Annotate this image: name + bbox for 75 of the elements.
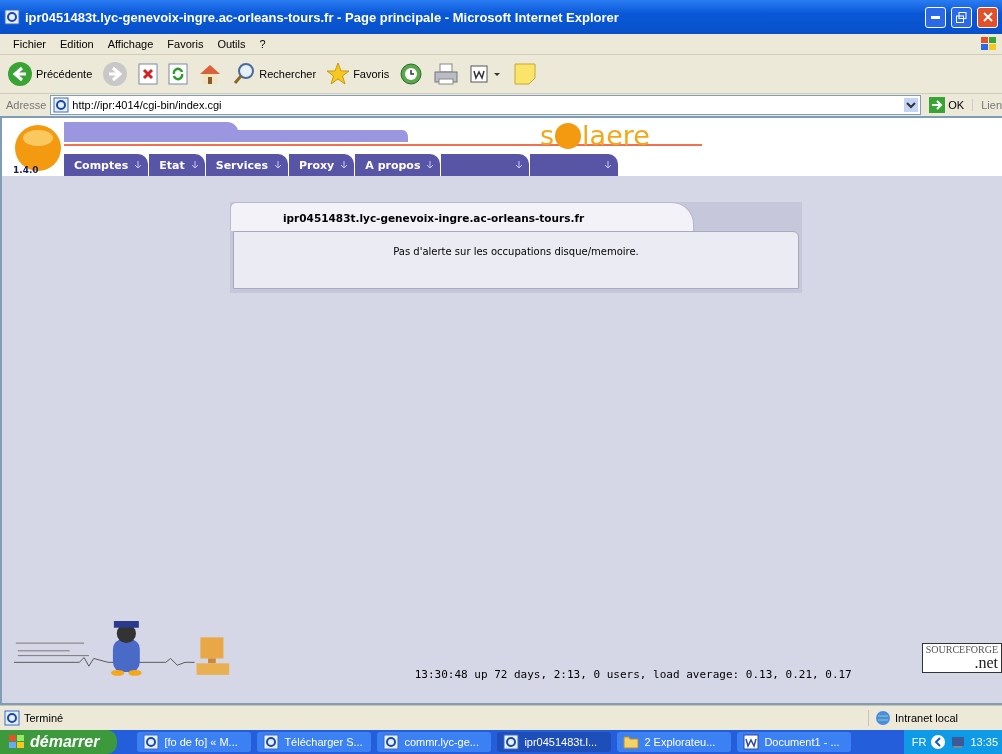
status-text: Terminé	[24, 712, 64, 724]
close-button[interactable]	[977, 6, 998, 28]
close-icon	[982, 12, 993, 22]
address-label: Adresse	[6, 99, 47, 111]
sourceforge-badge[interactable]: SOURCEFORGE .net	[921, 643, 1002, 673]
folder-icon	[623, 735, 640, 749]
arrow-icon	[134, 161, 143, 169]
windows-flag-icon	[980, 36, 998, 52]
star-icon	[326, 62, 351, 86]
arrow-icon	[340, 161, 349, 169]
menu-item[interactable]: ?	[252, 38, 273, 50]
nav-tab[interactable]: Proxy	[289, 154, 355, 176]
card-title: ipr0451483t.lyc-genevoix-ingre.ac-orleans-tours.fr	[230, 202, 694, 231]
nav-tab[interactable]: Services	[205, 154, 288, 176]
taskbar-button[interactable]: commr.lyc-ge...	[377, 732, 492, 752]
forward-icon	[102, 61, 129, 87]
windows-flag-icon	[8, 734, 26, 750]
browser-icon	[383, 734, 400, 750]
search-button[interactable]: Rechercher	[229, 60, 320, 88]
window-title: ipr0451483t.lyc-genevoix-ingre.ac-orleans-tours.fr - Page principale - Microsoft Internet Explorer	[25, 9, 620, 25]
uptime-text: 13:30:48 up 72 days, 2:13, 0 users, load average: 0.13, 0.21, 0.17	[414, 668, 852, 681]
browser-icon	[263, 734, 280, 750]
back-icon	[7, 61, 33, 87]
restore-icon	[956, 11, 967, 23]
menu-item[interactable]: Edition	[53, 38, 101, 50]
printer-icon	[433, 62, 460, 86]
history-icon	[399, 62, 424, 86]
clock: 13:35	[970, 736, 998, 748]
globe-icon	[875, 710, 891, 726]
nav-tab[interactable]: Comptes	[64, 154, 149, 176]
maximize-button[interactable]	[951, 6, 972, 28]
nav-tab[interactable]: Etat	[149, 154, 205, 176]
taskbar-button[interactable]: Document1 - ...	[737, 732, 852, 752]
browser-icon	[53, 97, 70, 113]
browser-icon	[143, 734, 160, 750]
taskbar-button[interactable]: Télécharger S...	[257, 732, 372, 752]
alert-message: Pas d'alerte sur les occupations disque/memoire.	[393, 245, 639, 257]
solaere-logo: s laere	[540, 120, 650, 151]
taskbar-button[interactable]: ipr0451483t.l...	[497, 732, 612, 752]
chevron-icon[interactable]	[930, 734, 947, 750]
arrow-icon	[929, 97, 946, 113]
arrow-icon	[515, 161, 524, 169]
nav-tab[interactable]	[441, 154, 530, 176]
menu-item[interactable]: Affichage	[100, 38, 161, 50]
minimize-button[interactable]	[925, 6, 946, 28]
browser-icon	[503, 734, 520, 750]
go-button[interactable]: OK	[925, 97, 969, 113]
arrow-icon	[604, 161, 613, 169]
taskbar-button[interactable]: 2 Explorateu...	[617, 732, 732, 752]
dropdown-icon	[904, 98, 919, 112]
refresh-icon	[168, 63, 189, 85]
arrow-icon	[190, 161, 199, 169]
ball-logo-icon	[14, 124, 62, 172]
start-button[interactable]: démarrer	[0, 730, 118, 754]
version-label: 1.4.0	[13, 165, 39, 175]
back-button[interactable]: Précédente	[4, 59, 96, 89]
stop-icon	[138, 63, 159, 85]
browser-icon	[4, 710, 20, 726]
menu-item[interactable]: Favoris	[160, 38, 211, 50]
document-icon	[743, 734, 760, 750]
menu-item[interactable]: Fichier	[6, 38, 53, 50]
menu-item[interactable]: Outils	[210, 38, 253, 50]
links-label[interactable]: Lien	[972, 99, 1002, 111]
arrow-icon	[274, 161, 282, 169]
minimize-icon	[931, 15, 940, 19]
search-icon	[232, 62, 257, 86]
arrow-icon	[426, 161, 435, 169]
zone-text: Intranet local	[895, 712, 958, 724]
favorites-button[interactable]: Favoris	[323, 60, 393, 88]
address-field[interactable]: http://ipr:4014/cgi-bin/index.cgi	[50, 95, 922, 115]
nav-tab[interactable]	[530, 154, 619, 176]
nav-tab[interactable]: A propos	[355, 154, 441, 176]
note-icon	[513, 62, 538, 86]
taskbar-button[interactable]: [fo de fo] « M...	[137, 732, 252, 752]
browser-icon	[4, 9, 20, 25]
